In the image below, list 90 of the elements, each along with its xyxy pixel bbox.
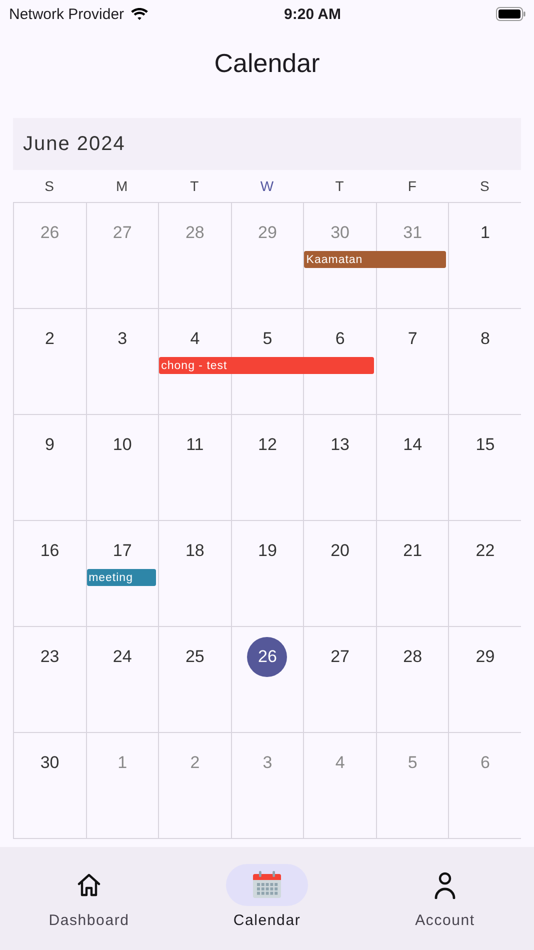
day-number: 20 [330,540,351,562]
day-cell[interactable]: 28 [376,627,448,732]
day-cell[interactable]: 30 [13,733,86,838]
weekday-label: W [260,178,274,194]
day-number: 19 [257,540,278,562]
day-number: 31 [402,222,424,244]
day-number: 26 [39,222,60,244]
calendar-icon [252,871,282,899]
day-cell[interactable]: 11 [158,415,231,520]
day-number: 23 [39,646,60,668]
month-header: June 2024 [13,118,521,170]
weekday-label: S [480,178,490,194]
day-number: 6 [334,328,346,350]
day-cell[interactable]: 3 [86,309,158,414]
day-number: 26 [247,637,288,677]
day-cell[interactable]: 24 [86,627,158,732]
day-cell[interactable]: 15 [448,415,521,520]
day-number: 4 [334,752,346,774]
event-bar[interactable]: meeting [86,569,156,586]
day-number: 8 [479,328,491,350]
day-cell[interactable]: 23 [13,627,86,732]
day-cell[interactable]: 2 [13,309,86,414]
day-cell[interactable]: 26 [230,627,304,732]
person-icon [433,871,457,899]
day-number: 15 [474,434,496,456]
day-cell[interactable]: 21 [376,521,448,626]
page-title: Calendar [213,48,321,80]
day-number: 3 [262,752,274,774]
day-cell[interactable]: 10 [86,415,158,520]
day-number: 21 [402,540,424,562]
nav-tab[interactable]: Calendar [178,847,356,950]
day-number: 6 [479,752,491,774]
day-cell[interactable]: 8 [448,309,521,414]
nav-tab[interactable]: Account [356,847,534,950]
day-number: 4 [189,328,201,350]
day-cell[interactable]: 22 [448,521,521,626]
day-number: 30 [39,752,60,774]
day-number: 13 [330,434,351,456]
day-number: 12 [257,434,278,456]
day-cell[interactable]: 1 [448,203,521,308]
wifi-icon [130,7,150,21]
carrier-name: Network Provider [9,6,124,22]
day-number: 27 [330,646,351,668]
day-number: 30 [330,222,351,244]
day-number: 28 [184,222,206,244]
nav-tab[interactable]: Dashboard [0,847,178,950]
day-number: 29 [474,646,496,668]
day-cell[interactable]: 27 [303,627,376,732]
day-cell[interactable]: 7 [376,309,448,414]
day-cell[interactable]: 25 [158,627,231,732]
day-number: 29 [257,222,278,244]
event-bar[interactable]: chong - test [159,357,374,374]
weekday-label: S [44,178,54,194]
day-number: 28 [402,646,424,668]
day-number: 24 [112,646,133,668]
home-icon [76,872,102,898]
day-cell[interactable]: 13 [303,415,376,520]
day-cell[interactable]: 29 [448,627,521,732]
day-number: 18 [184,540,206,562]
day-number: 1 [479,222,491,244]
day-cell[interactable]: 18 [158,521,231,626]
day-number: 25 [184,646,206,668]
day-number: 22 [474,540,496,562]
weekday-label: M [116,178,128,194]
day-number: 5 [406,752,418,774]
day-cell[interactable]: 14 [376,415,448,520]
day-cell[interactable]: 20 [303,521,376,626]
day-number: 27 [112,222,133,244]
day-cell[interactable]: 12 [230,415,304,520]
day-number: 9 [44,434,56,456]
day-number: 3 [116,328,128,350]
day-number: 2 [44,328,56,350]
day-number: 16 [39,540,60,562]
day-number: 14 [402,434,424,456]
battery-icon [496,7,526,21]
event-bar[interactable]: Kaamatan [304,251,446,268]
day-number: 10 [112,434,133,456]
day-cell[interactable]: 9 [13,415,86,520]
day-number: 11 [185,434,205,456]
day-cell[interactable]: 19 [230,521,304,626]
weekday-label: T [335,178,344,194]
day-number: 5 [262,328,274,350]
weekday-label: F [408,178,416,194]
day-number: 7 [406,328,418,350]
day-cell[interactable]: 16 [13,521,86,626]
day-number: 17 [112,540,133,562]
day-number: 1 [116,752,128,774]
status-time: 9:20 AM [284,6,341,22]
weekday-label: T [190,178,199,194]
day-number: 2 [189,752,201,774]
